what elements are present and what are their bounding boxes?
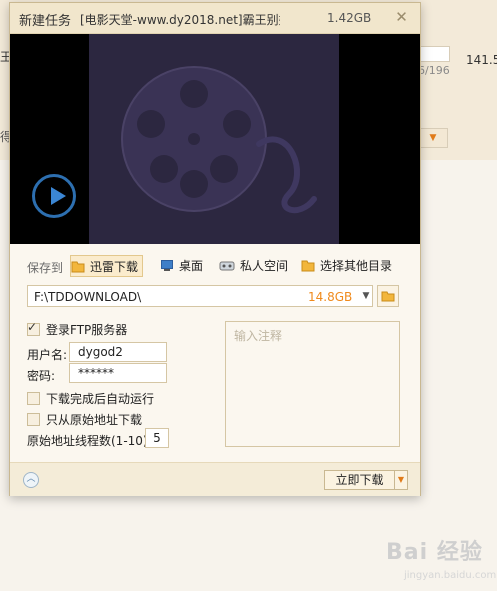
thread-count-label: 原始地址线程数(1-10) — [27, 434, 148, 448]
baidu-watermark-url: jingyan.baidu.com — [404, 570, 497, 581]
save-option-label: 迅雷下载 — [90, 260, 139, 274]
save-path-value: F:\TDDOWNLOAD\ — [34, 290, 142, 304]
save-option-desktop[interactable]: 桌面 — [160, 255, 203, 277]
download-options-chevron-icon[interactable]: ▼ — [394, 470, 408, 490]
save-to-label: 保存到 — [27, 261, 64, 275]
save-option-xunlei[interactable]: 迅雷下载 — [70, 255, 144, 277]
private-space-icon — [219, 257, 235, 271]
save-to-row: 保存到 迅雷下载 桌面 私人空间 选择其他目录 — [10, 255, 420, 277]
dialog-title: 新建任务 — [19, 14, 72, 29]
save-option-private-space[interactable]: 私人空间 — [219, 255, 288, 277]
background-dropdown[interactable]: ▼ — [418, 128, 448, 148]
checkbox-checked[interactable] — [27, 320, 40, 336]
collapse-icon[interactable]: ︿ — [23, 472, 39, 488]
origin-only-checkbox[interactable]: 只从原始地址下载 — [27, 411, 142, 427]
film-reel-icon — [121, 66, 317, 214]
password-field[interactable]: ****** — [69, 363, 167, 383]
username-field[interactable]: dygod2 — [69, 342, 167, 362]
background-task-size: 141.5 — [466, 53, 497, 67]
folder-icon — [301, 257, 315, 272]
task-filename: [电影天堂-www.dy2018.net]霸王别姬... — [80, 13, 280, 27]
close-icon[interactable]: ✕ — [393, 9, 410, 26]
auto-run-label: 下载完成后自动运行 — [46, 392, 155, 406]
password-label: 密码: — [27, 369, 56, 383]
background-progress-bar — [418, 46, 450, 62]
free-space: 14.8GB — [308, 290, 353, 304]
checkbox-unchecked[interactable] — [27, 392, 40, 405]
ftp-login-label: 登录FTP服务器 — [46, 323, 128, 337]
save-path-field[interactable]: F:\TDDOWNLOAD\ 14.8GB ▼ — [27, 285, 373, 307]
username-label: 用户名: — [27, 348, 68, 362]
origin-only-label: 只从原始地址下载 — [46, 413, 143, 427]
save-option-label: 选择其他目录 — [320, 259, 393, 273]
desktop-icon — [160, 257, 174, 271]
dialog-footer: ︿ 立即下载 ▼ — [10, 462, 420, 496]
notes-placeholder: 输入注释 — [234, 329, 283, 343]
folder-open-icon — [378, 291, 398, 309]
browse-folder-button[interactable] — [377, 285, 399, 307]
dialog-titlebar[interactable]: 新建任务 [电影天堂-www.dy2018.net]霸王别姬... 1.42GB… — [10, 3, 420, 34]
save-option-label: 桌面 — [179, 259, 204, 273]
chevron-down-icon[interactable]: ▼ — [358, 286, 374, 306]
thread-count-field[interactable]: 5 — [145, 428, 169, 448]
ftp-login-checkbox[interactable]: 登录FTP服务器 — [27, 320, 128, 337]
film-reel-placeholder — [89, 34, 339, 244]
auto-run-checkbox[interactable]: 下载完成后自动运行 — [27, 390, 154, 406]
checkbox-unchecked[interactable] — [27, 413, 40, 426]
save-option-label: 私人空间 — [240, 259, 289, 273]
baidu-watermark: Bai 经验 — [386, 540, 483, 565]
background-progress-count: 6/196 — [418, 64, 450, 77]
task-filesize: 1.42GB — [327, 11, 372, 25]
new-task-dialog: 新建任务 [电影天堂-www.dy2018.net]霸王别姬... 1.42GB… — [9, 2, 421, 496]
play-icon[interactable] — [32, 174, 76, 218]
download-now-button[interactable]: 立即下载 — [324, 470, 394, 490]
notes-textarea[interactable]: 输入注释 — [225, 321, 400, 447]
video-preview[interactable] — [10, 34, 420, 244]
folder-icon — [71, 258, 85, 273]
save-option-other-folder[interactable]: 选择其他目录 — [301, 255, 392, 277]
